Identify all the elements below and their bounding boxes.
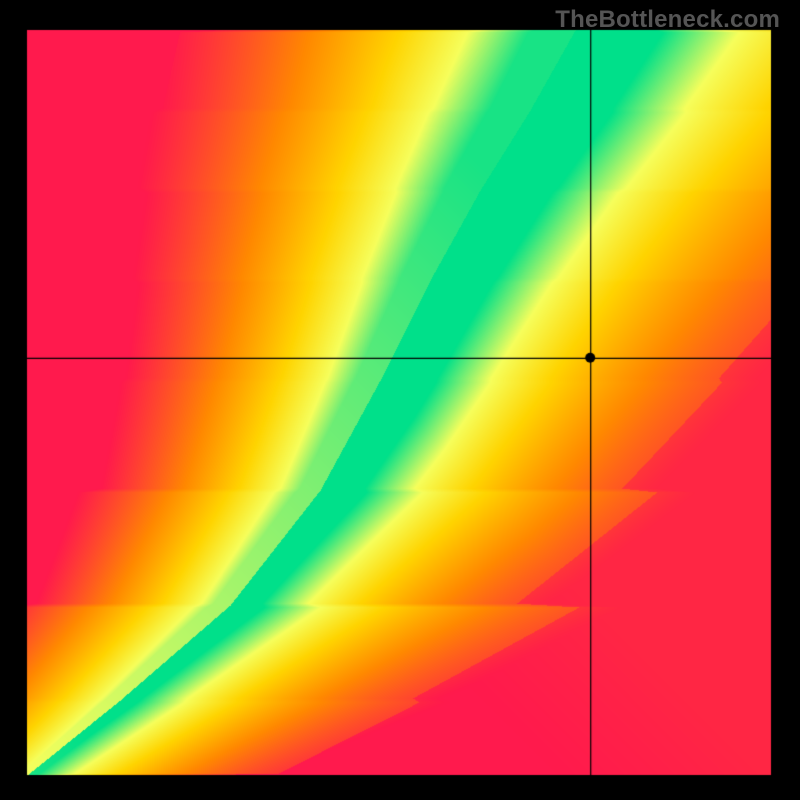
- heatmap-canvas: [0, 0, 800, 800]
- watermark-text: TheBottleneck.com: [555, 6, 780, 34]
- chart-container: TheBottleneck.com: [0, 0, 800, 800]
